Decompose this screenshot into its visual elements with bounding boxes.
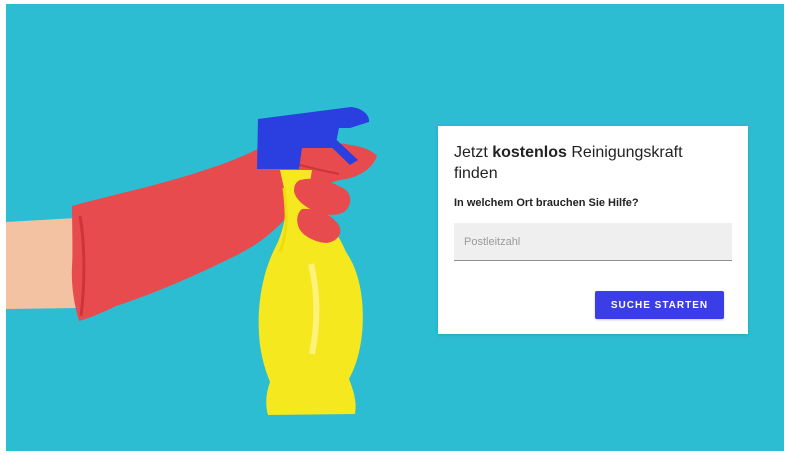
location-question: In welchem Ort brauchen Sie Hilfe? [454, 197, 639, 209]
card-title-emphasis: kostenlos [492, 144, 567, 161]
postal-code-input[interactable] [454, 223, 732, 261]
start-search-button[interactable]: SUCHE STARTEN [595, 291, 724, 319]
search-card: Jetzt kostenlos Reinigungskraft finden I… [438, 126, 748, 334]
spray-bottle-glove-illustration [6, 107, 377, 415]
card-title-prefix: Jetzt [454, 144, 493, 161]
card-title: Jetzt kostenlos Reinigungskraft finden [454, 142, 714, 184]
arm-skin [6, 218, 80, 309]
hero-section: Jetzt kostenlos Reinigungskraft finden I… [6, 4, 784, 451]
